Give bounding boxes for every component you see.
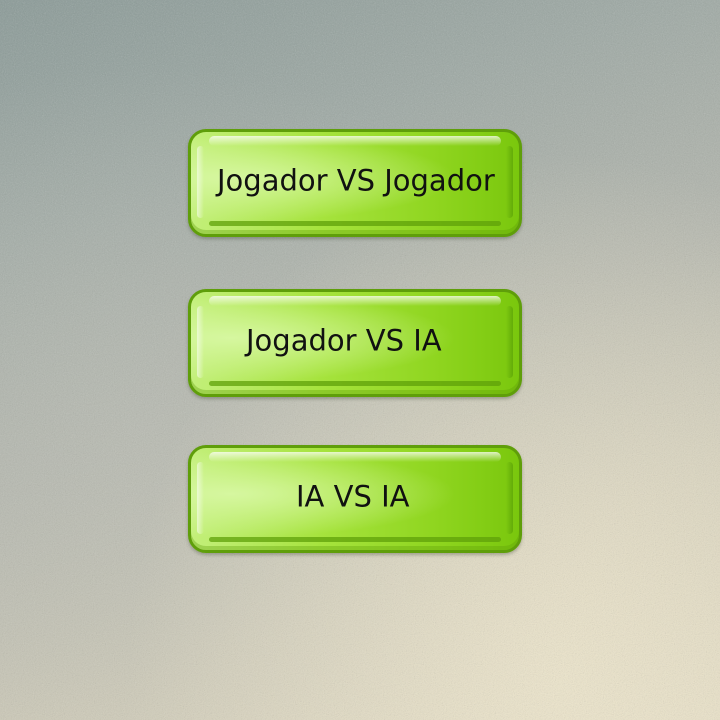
- player-vs-ai-button[interactable]: Jogador VS IA: [188, 289, 522, 397]
- ai-vs-ai-button[interactable]: IA VS IA: [188, 445, 522, 553]
- player-vs-ai-label: Jogador VS IA: [246, 323, 442, 358]
- ai-vs-ai-label: IA VS IA: [296, 479, 410, 514]
- player-vs-player-label: Jogador VS Jogador: [217, 163, 495, 198]
- button-highlight: [197, 306, 204, 378]
- button-shade: [506, 462, 513, 534]
- button-highlight: [197, 462, 204, 534]
- button-shade: [506, 306, 513, 378]
- player-vs-player-button[interactable]: Jogador VS Jogador: [188, 129, 522, 237]
- button-highlight: [197, 146, 204, 218]
- button-shade: [506, 146, 513, 218]
